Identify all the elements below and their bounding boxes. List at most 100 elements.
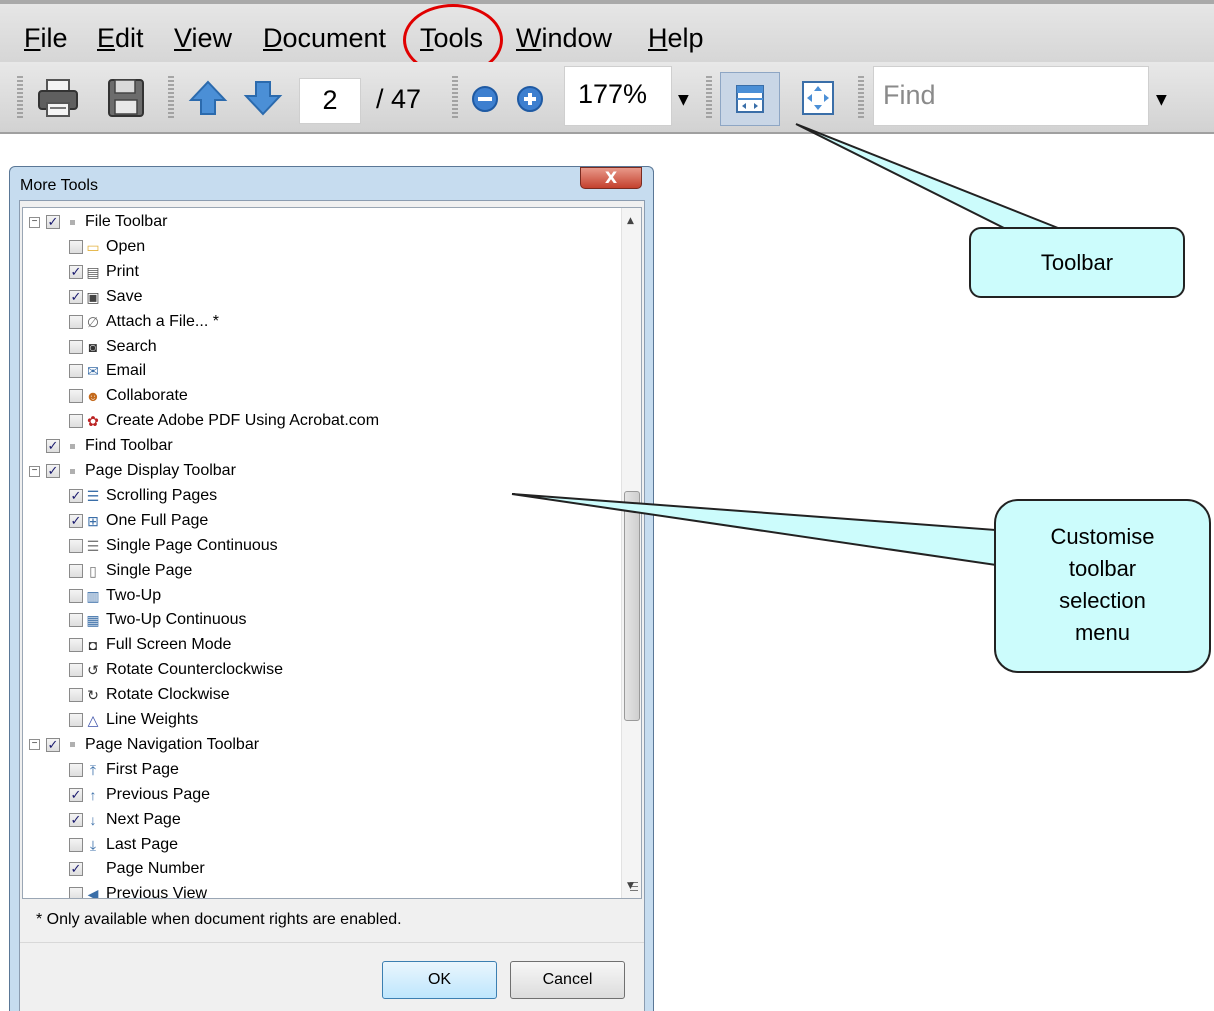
tool-label: Full Screen Mode	[106, 636, 232, 654]
email-icon: ✉	[87, 363, 99, 380]
tree-item-row[interactable]: ✉ Email	[69, 359, 146, 383]
tree-scrollbar[interactable]: ▲ ▼	[621, 208, 641, 898]
tree-group-row[interactable]: − Page Display Toolbar	[29, 459, 236, 483]
tree-item-row[interactable]: ◀ Previous View	[69, 882, 208, 899]
tool-checkbox[interactable]	[69, 663, 83, 678]
one-full-page-icon[interactable]	[801, 80, 835, 116]
menu-view[interactable]: View	[174, 22, 232, 54]
expand-collapse-icon[interactable]: −	[29, 216, 40, 228]
next-page-icon: ↓	[89, 811, 97, 828]
tree-group-row[interactable]: Find Toolbar	[29, 434, 173, 458]
menu-edit[interactable]: Edit	[97, 22, 144, 54]
tool-checkbox[interactable]	[69, 414, 83, 429]
tool-checkbox[interactable]	[69, 488, 83, 503]
tool-checkbox[interactable]	[69, 588, 83, 603]
tool-label: Scrolling Pages	[106, 486, 218, 504]
tool-checkbox[interactable]	[69, 389, 83, 404]
next-page-icon[interactable]	[241, 76, 285, 120]
scrollbar-thumb[interactable]	[624, 491, 640, 891]
toolbar-grip[interactable]	[706, 76, 712, 120]
menu-tools[interactable]: Tools	[420, 22, 483, 54]
tree-item-row[interactable]: ↺ Rotate Counterclockwise	[69, 658, 283, 682]
tool-checkbox[interactable]	[46, 464, 60, 478]
tool-checkbox[interactable]	[69, 613, 83, 628]
tool-checkbox[interactable]	[69, 513, 83, 528]
tree-item-row[interactable]: Page Number	[69, 857, 205, 881]
tool-label: Email	[106, 362, 147, 380]
menu-file[interactable]: File	[24, 22, 68, 54]
menu-window[interactable]: Window	[516, 22, 612, 54]
tool-checkbox[interactable]	[69, 688, 83, 703]
save-icon[interactable]	[104, 76, 148, 120]
tool-checkbox[interactable]	[69, 762, 83, 777]
close-button[interactable]: X	[580, 167, 642, 189]
zoom-in-icon[interactable]	[515, 84, 545, 114]
tool-checkbox[interactable]	[46, 439, 60, 454]
tool-checkbox[interactable]	[69, 538, 83, 553]
tool-checkbox[interactable]	[69, 812, 83, 827]
toolbar-grip[interactable]	[858, 76, 864, 120]
tree-item-row[interactable]: ▤ Print	[69, 260, 139, 284]
tool-checkbox[interactable]	[69, 563, 83, 578]
toolbar-grip[interactable]	[168, 76, 174, 120]
tool-checkbox[interactable]	[69, 364, 83, 379]
tree-item-row[interactable]: △ Line Weights	[69, 708, 198, 732]
tool-checkbox[interactable]	[46, 737, 60, 752]
find-dropdown-arrow-icon[interactable]: ▼	[1156, 92, 1167, 108]
toolbar-grip[interactable]	[452, 76, 458, 120]
menu-help[interactable]: Help	[648, 22, 704, 54]
tree-item-row[interactable]: ▭ Open	[69, 235, 145, 259]
tree-item-row[interactable]: ✿ Create Adobe PDF Using Acrobat.com	[69, 409, 379, 433]
zoom-input[interactable]: 177%	[564, 66, 672, 126]
tool-label: Single Page	[106, 561, 193, 579]
tree-group-row[interactable]: − File Toolbar	[29, 210, 167, 234]
tool-checkbox[interactable]	[69, 713, 83, 727]
tree-item-row[interactable]: ☰ Single Page Continuous	[69, 534, 278, 558]
tree-item-row[interactable]: ↓ Next Page	[69, 808, 181, 832]
tree-item-row[interactable]: ∅ Attach a File... *	[69, 310, 219, 334]
menu-document[interactable]: Document	[263, 22, 386, 54]
tree-item-row[interactable]: ◙ Search	[69, 335, 157, 359]
zoom-out-icon[interactable]	[470, 84, 500, 114]
scroll-up-icon[interactable]: ▲	[627, 216, 634, 226]
ok-button[interactable]: OK	[382, 961, 497, 999]
line-weights-icon: △	[87, 712, 99, 728]
tree-item-row[interactable]: ⤓ Last Page	[69, 833, 178, 857]
toolbar-grip[interactable]	[17, 76, 23, 120]
tool-checkbox[interactable]	[69, 264, 83, 279]
print-icon[interactable]	[36, 76, 80, 120]
tool-checkbox[interactable]	[69, 339, 83, 354]
tree-item-row[interactable]: ▣ Save	[69, 285, 142, 309]
page-number-input[interactable]: 2	[299, 78, 361, 124]
tool-checkbox[interactable]	[46, 215, 60, 229]
tool-checkbox[interactable]	[69, 887, 83, 898]
tool-checkbox[interactable]	[69, 787, 83, 802]
tree-item-row[interactable]: ↻ Rotate Clockwise	[69, 683, 230, 707]
tree-item-row[interactable]: ↑ Previous Page	[69, 783, 210, 807]
tool-checkbox[interactable]	[69, 314, 83, 329]
tree-item-row[interactable]: ☰ Scrolling Pages	[69, 484, 217, 508]
scrolling-pages-button[interactable]	[720, 72, 780, 126]
tree-item-row[interactable]: ▯ Single Page	[69, 559, 192, 583]
tree-item-row[interactable]: ⤒ First Page	[69, 758, 179, 782]
find-input[interactable]: Find	[873, 66, 1149, 126]
tree-item-row[interactable]: ▥ Two-Up	[69, 584, 161, 608]
tool-checkbox[interactable]	[69, 862, 83, 877]
last-page-icon: ⤓	[89, 836, 97, 853]
tree-group-row[interactable]: − Page Navigation Toolbar	[29, 733, 259, 757]
zoom-dropdown-arrow-icon[interactable]: ▼	[678, 92, 689, 108]
tool-label: Previous View	[106, 885, 208, 899]
previous-page-icon[interactable]	[186, 76, 230, 120]
tool-checkbox[interactable]	[69, 638, 83, 653]
tool-checkbox[interactable]	[69, 289, 83, 304]
tool-checkbox[interactable]	[69, 239, 83, 254]
scroll-down-icon[interactable]: ▼	[627, 881, 634, 891]
tool-checkbox[interactable]	[69, 837, 83, 852]
expand-collapse-icon[interactable]: −	[29, 739, 40, 751]
tree-item-row[interactable]: ☻ Collaborate	[69, 384, 188, 408]
tree-item-row[interactable]: ⊞ One Full Page	[69, 509, 208, 533]
cancel-button[interactable]: Cancel	[510, 961, 625, 999]
tree-item-row[interactable]: ▦ Two-Up Continuous	[69, 608, 247, 632]
expand-collapse-icon[interactable]: −	[29, 465, 40, 477]
tree-item-row[interactable]: ◘ Full Screen Mode	[69, 633, 231, 657]
